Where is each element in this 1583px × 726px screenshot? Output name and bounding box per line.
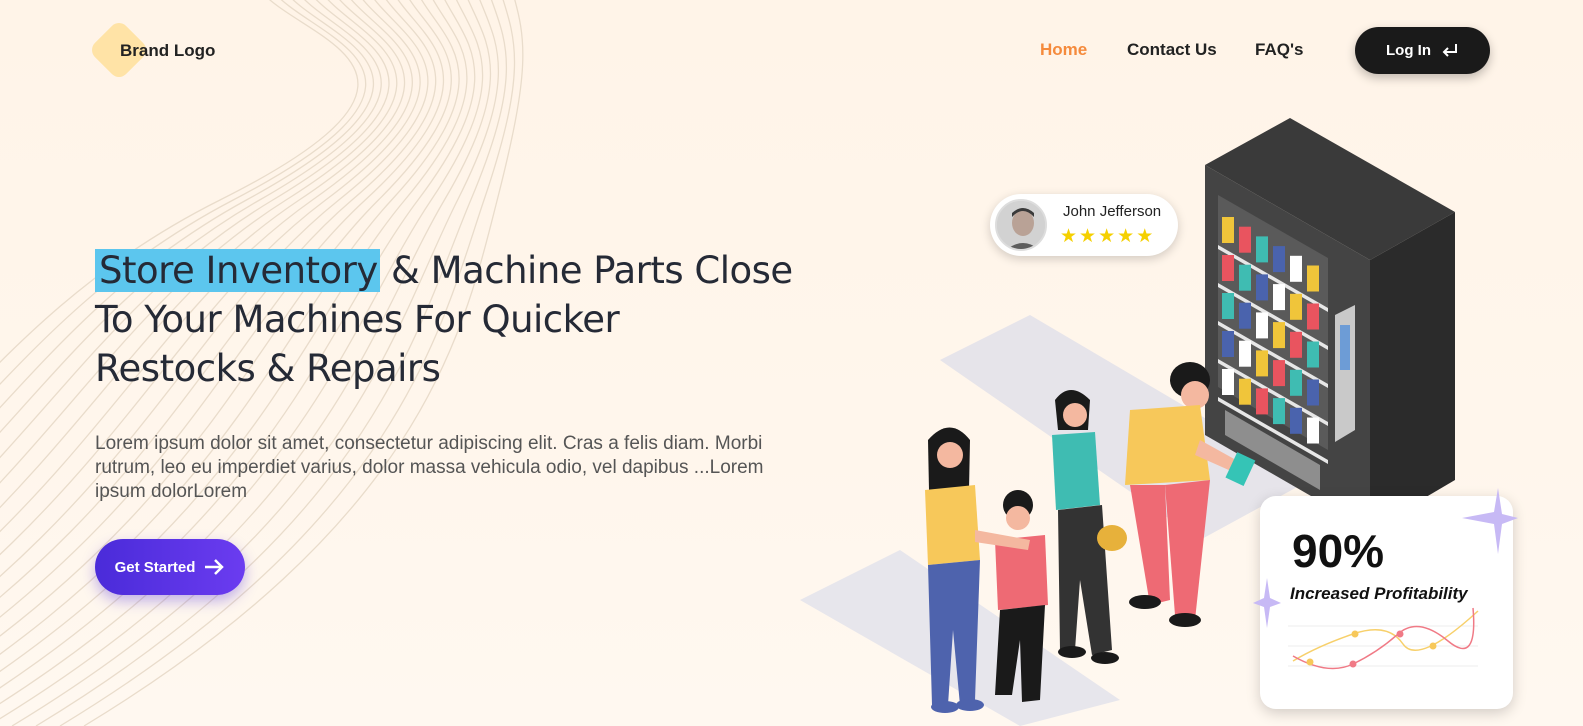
star-icon: ★ xyxy=(1079,226,1097,247)
login-button[interactable]: Log In xyxy=(1355,27,1490,74)
user-photo-icon xyxy=(997,201,1045,249)
snack-item xyxy=(1273,322,1285,349)
review-card: John Jefferson ★ ★ ★ ★ ★ xyxy=(990,194,1178,256)
snack-item xyxy=(1290,255,1302,282)
login-label: Log In xyxy=(1386,42,1431,59)
snack-item xyxy=(1239,226,1251,253)
enter-arrow-icon xyxy=(1442,43,1457,57)
stat-label: Increased Profitability xyxy=(1290,584,1468,603)
star-icon: ★ xyxy=(1098,226,1116,247)
snack-item xyxy=(1307,379,1319,406)
reviewer-name: John Jefferson xyxy=(1063,203,1162,220)
snack-item xyxy=(1307,341,1319,368)
brand-logo[interactable]: Brand Logo xyxy=(87,18,216,82)
snack-item xyxy=(1256,350,1268,377)
snack-item xyxy=(1222,217,1234,243)
snack-item xyxy=(1290,331,1302,358)
get-started-button[interactable]: Get Started xyxy=(95,539,245,595)
snack-item xyxy=(1222,369,1234,395)
nav-faqs[interactable]: FAQ's xyxy=(1255,40,1303,60)
snack-item xyxy=(1290,407,1302,434)
snack-item xyxy=(1307,417,1319,444)
snack-item xyxy=(1273,284,1285,311)
sparkle-icon xyxy=(1253,578,1281,628)
snack-item xyxy=(1290,293,1302,320)
headline-line1: & Machine Parts Close xyxy=(379,249,793,292)
star-icon: ★ xyxy=(1117,226,1135,247)
avatar xyxy=(995,199,1047,251)
nav-home[interactable]: Home xyxy=(1040,40,1087,60)
snack-item xyxy=(1239,264,1251,291)
snack-item xyxy=(1273,360,1285,387)
snack-item xyxy=(1273,246,1285,273)
get-started-label: Get Started xyxy=(114,558,196,576)
snack-item xyxy=(1222,293,1234,319)
snack-item xyxy=(1273,398,1285,425)
headline-highlight: Store Inventory xyxy=(95,249,380,292)
snack-item xyxy=(1239,302,1251,329)
star-rating: ★ ★ ★ ★ ★ xyxy=(1060,227,1155,246)
snack-item xyxy=(1239,378,1251,405)
brand-name: Brand Logo xyxy=(120,41,216,60)
snack-item xyxy=(1307,303,1319,330)
snack-item xyxy=(1256,388,1268,415)
snack-item xyxy=(1222,331,1234,357)
snack-item xyxy=(1307,265,1319,292)
snack-item xyxy=(1239,340,1251,367)
mini-line-chart xyxy=(1288,607,1479,670)
star-icon: ★ xyxy=(1060,226,1078,247)
hero-headline: Store Inventory & Machine Parts Close To… xyxy=(95,246,815,393)
headline-line2: To Your Machines For Quicker xyxy=(95,298,620,341)
sparkle-icon xyxy=(1462,488,1518,554)
headline-line3: Restocks & Repairs xyxy=(95,347,441,390)
stat-value: 90% xyxy=(1292,525,1385,577)
snack-item xyxy=(1290,369,1302,396)
snack-item xyxy=(1256,236,1268,263)
nav-contact-us[interactable]: Contact Us xyxy=(1127,40,1217,60)
snack-item xyxy=(1256,312,1268,339)
snack-item xyxy=(1256,274,1268,301)
star-icon: ★ xyxy=(1136,226,1154,247)
arrow-right-icon xyxy=(205,559,225,575)
hero-description: Lorem ipsum dolor sit amet, consectetur … xyxy=(95,433,764,502)
snack-item xyxy=(1222,255,1234,281)
